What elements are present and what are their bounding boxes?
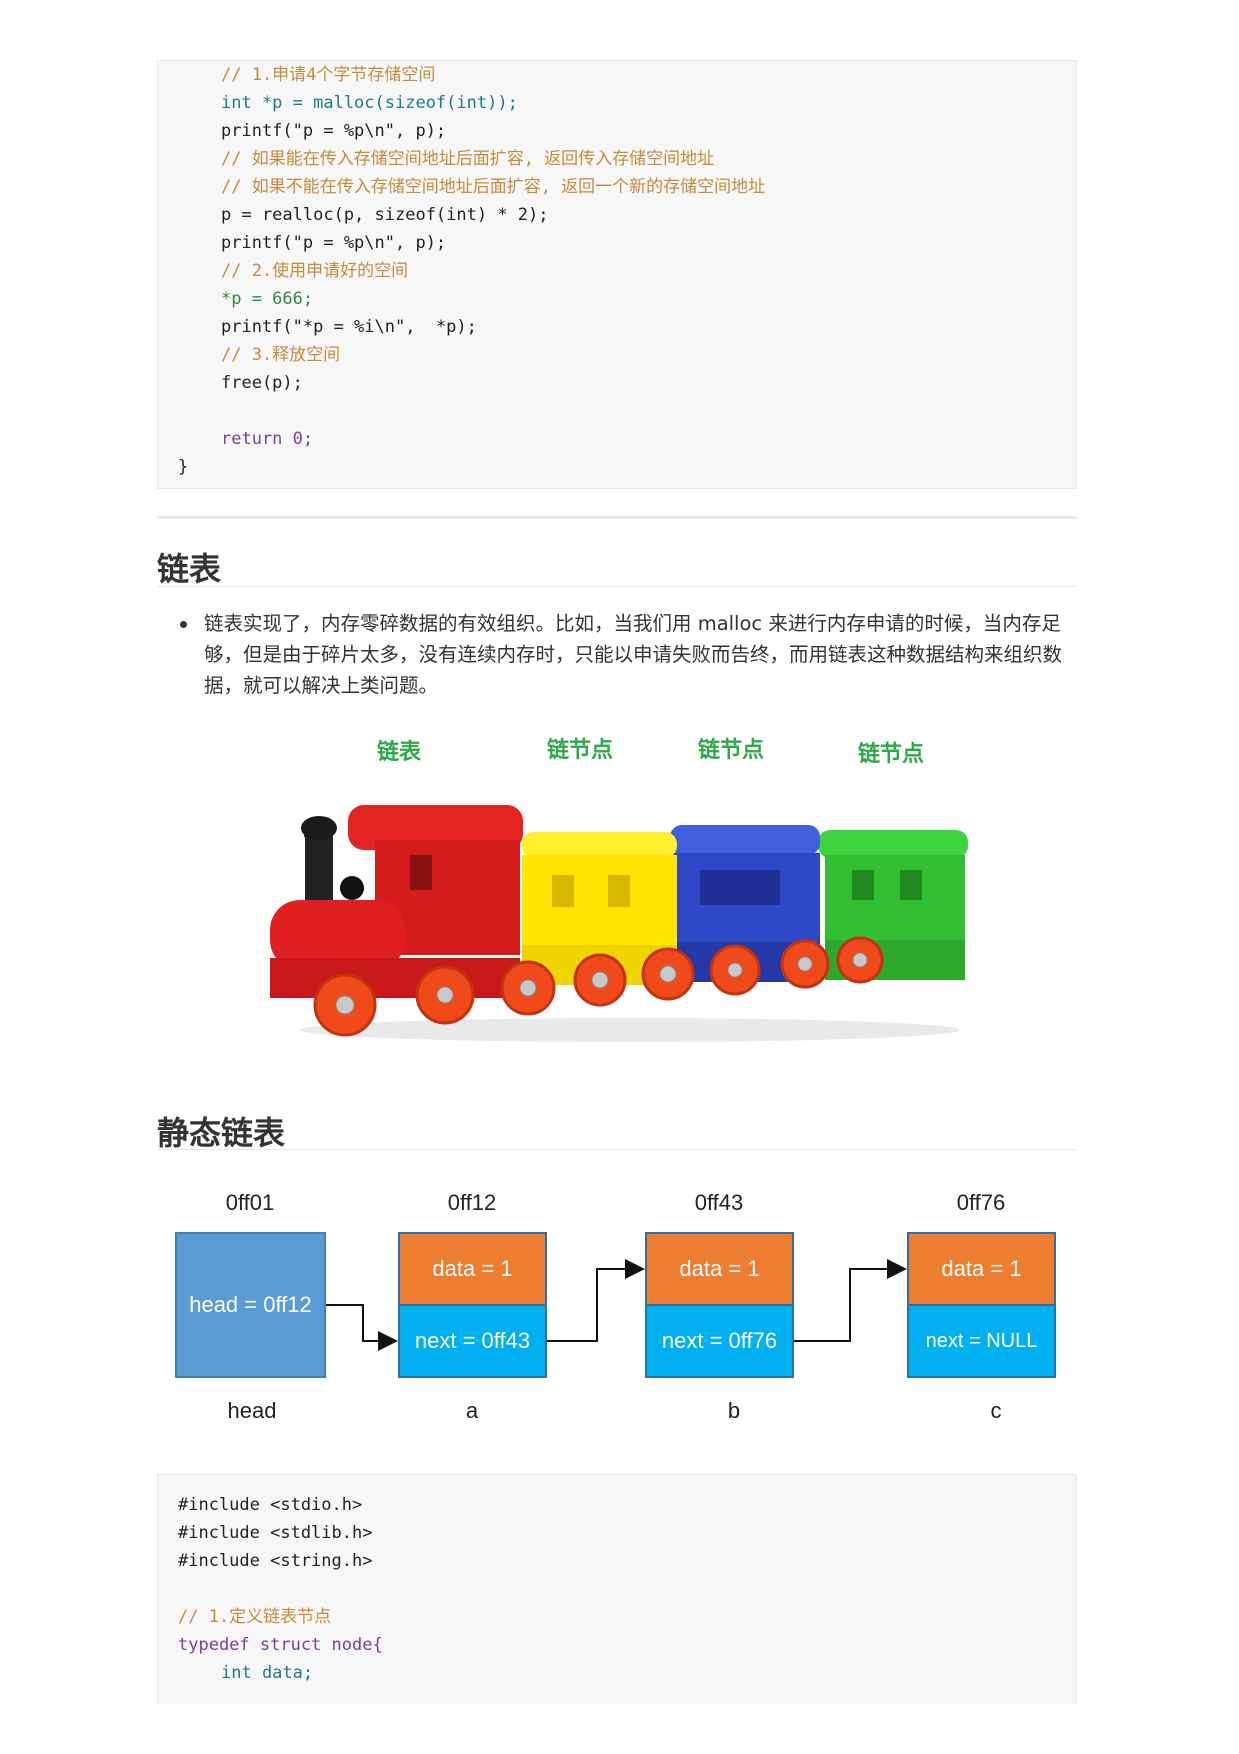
- bullet-dot: [180, 621, 187, 628]
- code-line: // 1.申请4个字节存储空间: [221, 65, 436, 85]
- code-line: return 0;: [221, 429, 314, 449]
- code-line: int data;: [221, 1663, 314, 1683]
- heading-underline: [157, 1149, 1077, 1150]
- arrow-head-to-a: [326, 1304, 398, 1351]
- code-line: printf("p = %p\n", p);: [221, 233, 447, 253]
- toy-train-illustration: [270, 805, 968, 1042]
- code-line: // 3.释放空间: [221, 345, 341, 365]
- code-line: }: [178, 457, 189, 477]
- code-line: int *p = malloc(sizeof(int));: [221, 93, 518, 113]
- section-title-static-linked-list: 静态链表: [157, 1114, 286, 1152]
- code-line: *p = 666;: [221, 289, 314, 309]
- code-block-realloc: // 1.申请4个字节存储空间 int *p = malloc(sizeof(i…: [157, 60, 1077, 489]
- code-line: printf("p = %p\n", p);: [221, 121, 447, 141]
- section-title-linked-list: 链表: [157, 550, 222, 588]
- linked-list-diagram: 0ff01 0ff12 0ff43 0ff76 head = 0ff12 dat…: [170, 1180, 1070, 1440]
- node-name-b: b: [727, 1398, 741, 1423]
- code-block-node-definition: #include <stdio.h> #include <stdlib.h> #…: [157, 1474, 1077, 1704]
- code-line: // 1.定义链表节点: [178, 1607, 332, 1627]
- code-line: // 2.使用申请好的空间: [221, 261, 409, 281]
- toy-train-figure: 链表 链节点 链节点 链节点: [270, 720, 990, 1050]
- red-locomotive: [270, 805, 523, 998]
- code-line: free(p);: [221, 373, 303, 393]
- arrow-b-to-c: [794, 1259, 907, 1342]
- arrow-a-to-b: [547, 1259, 645, 1342]
- node-name-c: c: [990, 1398, 1002, 1423]
- code-line: #include <stdlib.h>: [178, 1523, 373, 1543]
- code-line: #include <stdio.h>: [178, 1495, 363, 1515]
- code-line: #include <string.h>: [178, 1551, 373, 1571]
- horizontal-rule: [157, 516, 1077, 519]
- code-line: typedef struct node{: [178, 1635, 383, 1655]
- code-line: printf("*p = %i\n", *p);: [221, 317, 477, 337]
- node-name-head: head: [227, 1398, 277, 1423]
- bullet-text: 链表实现了，内存零碎数据的有效组织。比如，当我们用 malloc 来进行内存申请…: [204, 612, 1063, 697]
- code-line: // 如果不能在传入存储空间地址后面扩容, 返回一个新的存储空间地址: [221, 177, 766, 197]
- code-line: p = realloc(p, sizeof(int) * 2);: [221, 205, 549, 225]
- node-name-a: a: [465, 1398, 479, 1423]
- code-line: // 如果能在传入存储空间地址后面扩容, 返回传入存储空间地址: [221, 149, 715, 169]
- heading-underline: [157, 586, 1077, 587]
